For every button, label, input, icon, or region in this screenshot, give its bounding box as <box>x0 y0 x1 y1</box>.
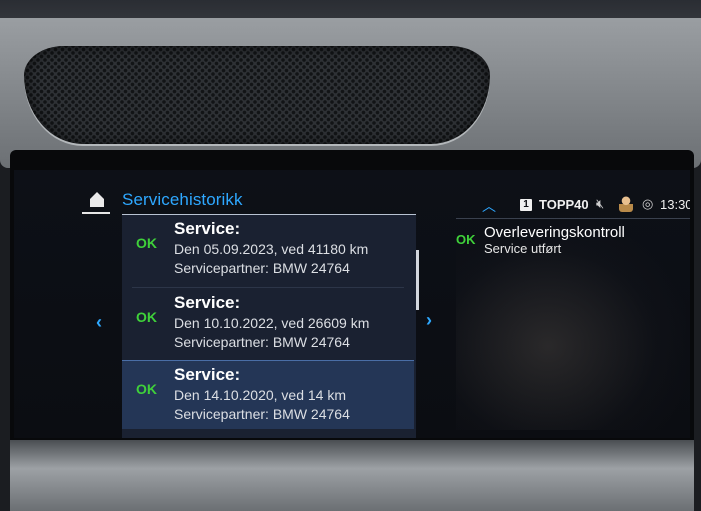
dashboard-trim <box>10 440 694 511</box>
service-history-list: OK Service: Den 05.09.2023, ved 41180 km… <box>122 214 416 438</box>
radio-station[interactable]: TOPP40 <box>539 197 589 212</box>
service-title: Service: <box>174 365 241 384</box>
media-source-badge: 1 <box>520 199 532 211</box>
mute-icon: 🔇︎ <box>596 196 605 211</box>
list-scrollbar[interactable] <box>416 250 419 310</box>
service-title: Service: <box>174 219 241 238</box>
status-divider <box>456 218 690 219</box>
idrive-screen: Servicehistorikk ‹ OK Service: Den 05.09… <box>14 170 690 438</box>
service-list-item[interactable]: OK Service: Den 10.10.2022, ved 26609 km… <box>122 289 414 357</box>
ok-status-badge: OK <box>136 381 157 397</box>
ok-status-badge: OK <box>136 235 157 251</box>
home-underline <box>82 212 110 214</box>
ok-status-badge: OK <box>456 232 476 247</box>
service-partner: Servicepartner: BMW 24764 <box>174 334 350 350</box>
driver-profile-icon[interactable] <box>619 196 633 212</box>
row-divider <box>132 287 404 288</box>
home-icon[interactable] <box>88 190 106 208</box>
service-date-mileage: Den 14.10.2020, ved 14 km <box>174 387 347 403</box>
status-bar: ︿ 1 TOPP40 🔇︎ ◎ 13:30 <box>456 196 690 216</box>
service-partner: Servicepartner: BMW 24764 <box>174 406 350 422</box>
chevron-right-icon[interactable]: › <box>426 310 432 331</box>
service-date-mileage: Den 10.10.2022, ved 26609 km <box>174 315 370 331</box>
screen-header: Servicehistorikk <box>74 188 424 214</box>
detail-subtitle: Service utført <box>484 241 562 256</box>
connectivity-icon: ◎ <box>642 196 654 211</box>
detail-title: Overleveringskontroll <box>484 224 625 241</box>
speaker-grille <box>24 46 490 144</box>
service-title: Service: <box>174 293 241 312</box>
clock: 13:30 <box>660 197 690 212</box>
page-title: Servicehistorikk <box>122 190 243 209</box>
ok-status-badge: OK <box>136 309 157 325</box>
chevron-left-icon[interactable]: ‹ <box>96 312 102 333</box>
service-list-item-selected[interactable]: OK Service: Den 14.10.2020, ved 14 km Se… <box>122 360 414 429</box>
service-partner: Servicepartner: BMW 24764 <box>174 260 350 276</box>
chevron-up-icon[interactable]: ︿ <box>482 196 496 216</box>
service-list-item[interactable]: OK Service: Den 05.09.2023, ved 41180 km… <box>122 215 414 283</box>
service-date-mileage: Den 05.09.2023, ved 41180 km <box>174 241 369 257</box>
dashboard-top <box>0 18 701 168</box>
